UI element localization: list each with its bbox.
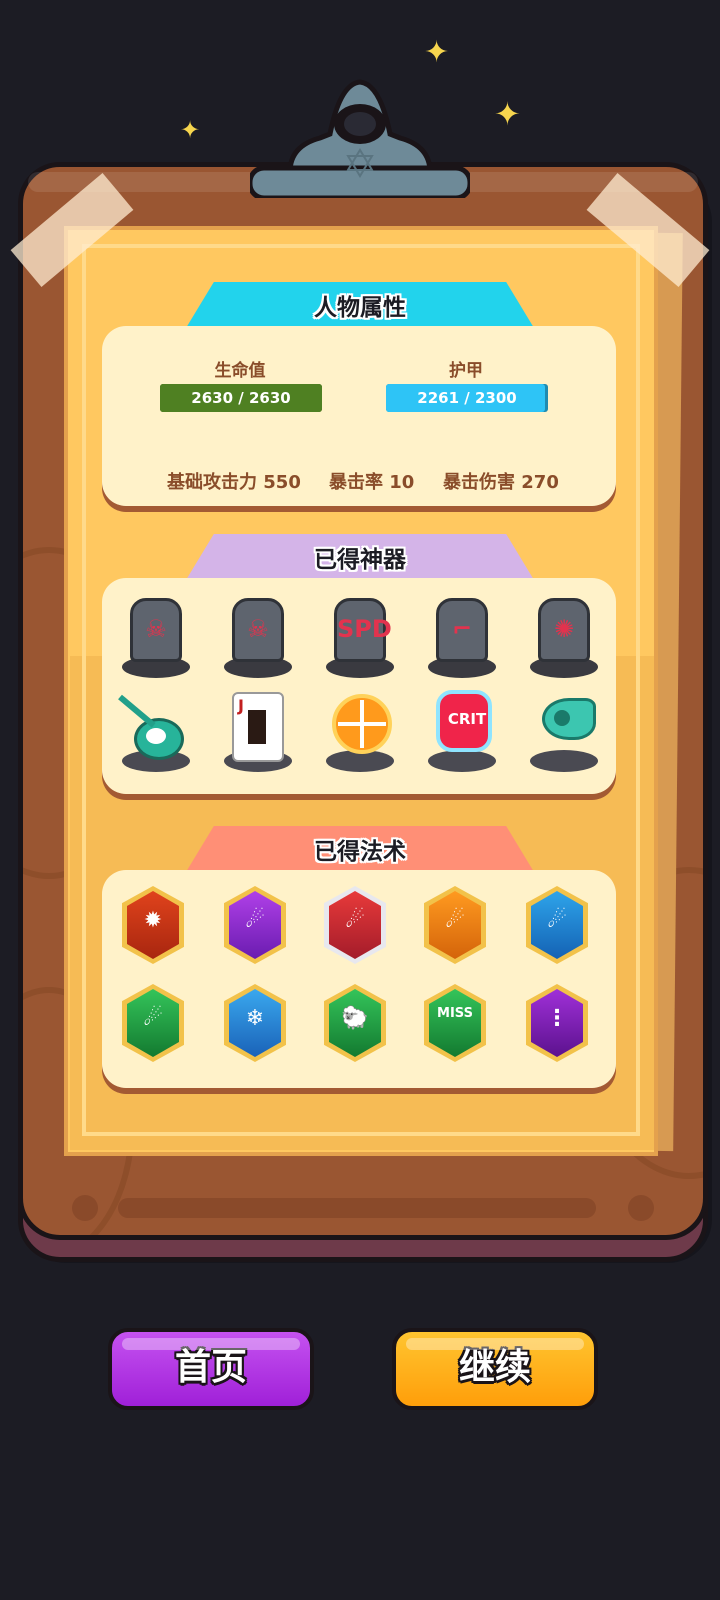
hp-value: 2630 / 2630 (191, 389, 291, 407)
armor-value: 2261 / 2300 (417, 389, 517, 407)
base-attack-stat: 基础攻击力 550 (167, 472, 301, 493)
red-comet-spell-icon: ☄ (324, 886, 386, 964)
artifacts-card[interactable]: ☠ ☠ SPD ⌐ ✺ J CRIT (102, 578, 616, 794)
spells-title: 已得法术 (314, 839, 406, 865)
rivet (628, 1195, 654, 1221)
sparkle-icon: ✦ (180, 116, 201, 144)
crit-potion-icon: CRIT (422, 688, 502, 772)
tombstone-speed-icon: SPD (320, 594, 400, 678)
hp-bar: 2630 / 2630 (160, 384, 322, 412)
orange-comet-spell-icon: ☄ (424, 886, 486, 964)
frost-shield-spell-icon: ❄ (224, 984, 286, 1062)
tombstone-boot-icon: ⌐ (422, 594, 502, 678)
whistle-icon (524, 688, 604, 772)
sparkle-icon: ✦ (424, 35, 450, 70)
blue-comet-spell-icon: ☄ (526, 886, 588, 964)
crit-damage-stat: 暴击伤害 270 (443, 472, 559, 493)
clipboard-clip (250, 79, 470, 198)
armor-label: 护甲 (449, 361, 483, 381)
orange-slice-icon (320, 688, 400, 772)
arcane-shield-spell-icon: ⋮ (526, 984, 588, 1062)
tombstone-skull-fire-icon: ☠ (116, 594, 196, 678)
rivet (72, 1195, 98, 1221)
fire-shield-spell-icon: ✹ (122, 886, 184, 964)
dart-target-icon (116, 688, 196, 772)
sparkle-icon: ✦ (494, 95, 521, 133)
miss-spell-icon: MISS (424, 984, 486, 1062)
crit-rate-stat: 暴击率 10 (329, 472, 415, 493)
sheep-spell-icon: 🐑 (324, 984, 386, 1062)
purple-comet-spell-icon: ☄ (224, 886, 286, 964)
continue-button[interactable]: 继续 (392, 1328, 598, 1410)
attributes-title: 人物属性 (314, 295, 406, 321)
green-comet-spell-icon: ☄ (122, 984, 184, 1062)
tombstone-skull-cross-icon: ☠ (218, 594, 298, 678)
artifacts-title: 已得神器 (314, 547, 406, 573)
home-button[interactable]: 首页 (108, 1328, 314, 1410)
hp-label: 生命值 (214, 361, 266, 381)
spells-card: ✹ ☄ ☄ ☄ ☄ ☄ ❄ 🐑 MISS ⋮ (102, 870, 616, 1088)
tombstone-burst-icon: ✺ (524, 594, 604, 678)
playing-card-icon: J (218, 688, 298, 772)
armor-bar: 2261 / 2300 (386, 384, 548, 412)
clipboard-rail (118, 1198, 596, 1218)
